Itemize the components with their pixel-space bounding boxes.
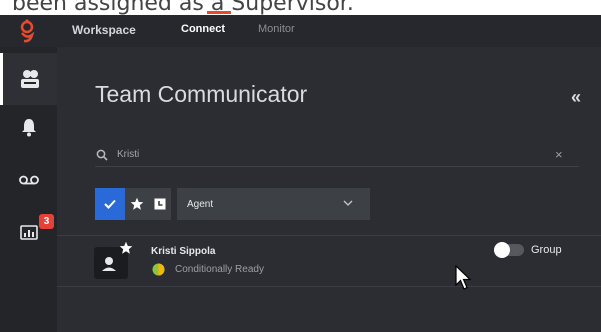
- recent-filter-button[interactable]: [148, 188, 171, 220]
- sidebar-item-notifications[interactable]: [0, 105, 57, 149]
- notification-badge: 3: [39, 214, 54, 229]
- tab-monitor[interactable]: Monitor: [258, 23, 295, 35]
- panel-title: Team Communicator: [95, 81, 308, 107]
- all-filter-button[interactable]: [95, 188, 125, 220]
- search-bar: ×: [95, 141, 579, 167]
- search-icon: [96, 149, 108, 161]
- team-communicator-panel: Team Communicator « × Agent: [57, 47, 601, 332]
- contact-status: Conditionally Ready: [175, 264, 264, 275]
- tab-connect[interactable]: Connect: [181, 23, 225, 35]
- bell-icon: [21, 119, 36, 137]
- conditionally-ready-status-icon: [152, 263, 165, 276]
- star-icon: [130, 197, 143, 210]
- search-input[interactable]: [117, 145, 537, 163]
- sidebar-item-dashboard[interactable]: 3: [0, 212, 57, 252]
- clear-search-button[interactable]: ×: [555, 147, 563, 162]
- mouse-cursor-icon: [455, 265, 472, 290]
- team-communicator-icon: [21, 70, 39, 88]
- genesys-logo-icon: [20, 19, 35, 43]
- sidebar: 3: [0, 47, 57, 332]
- collapse-panel-button[interactable]: «: [571, 87, 581, 108]
- sidebar-item-voicemail[interactable]: [0, 161, 57, 201]
- recent-icon: [154, 198, 165, 210]
- caption-underline: [207, 11, 231, 14]
- contact-name: Kristi Sippola: [151, 246, 216, 257]
- type-filter-value: Agent: [187, 199, 214, 210]
- caption-text: been assigned as a Supervisor.: [12, 0, 354, 15]
- type-filter-select[interactable]: Agent: [177, 188, 370, 220]
- favorites-filter-button[interactable]: [125, 188, 148, 220]
- caption-strip: been assigned as a Supervisor.: [0, 0, 601, 15]
- tab-workspace[interactable]: Workspace: [72, 23, 136, 37]
- dashboard-icon: [19, 225, 38, 240]
- top-bar: Workspace Connect Monitor: [0, 15, 601, 47]
- chevron-down-icon: [343, 200, 353, 206]
- result-row[interactable]: Kristi Sippola Conditionally Ready: [57, 235, 601, 287]
- sidebar-item-team-communicator[interactable]: [0, 53, 57, 105]
- favorite-star-icon: [119, 241, 133, 254]
- voicemail-icon: [18, 175, 39, 185]
- check-icon: [104, 199, 116, 209]
